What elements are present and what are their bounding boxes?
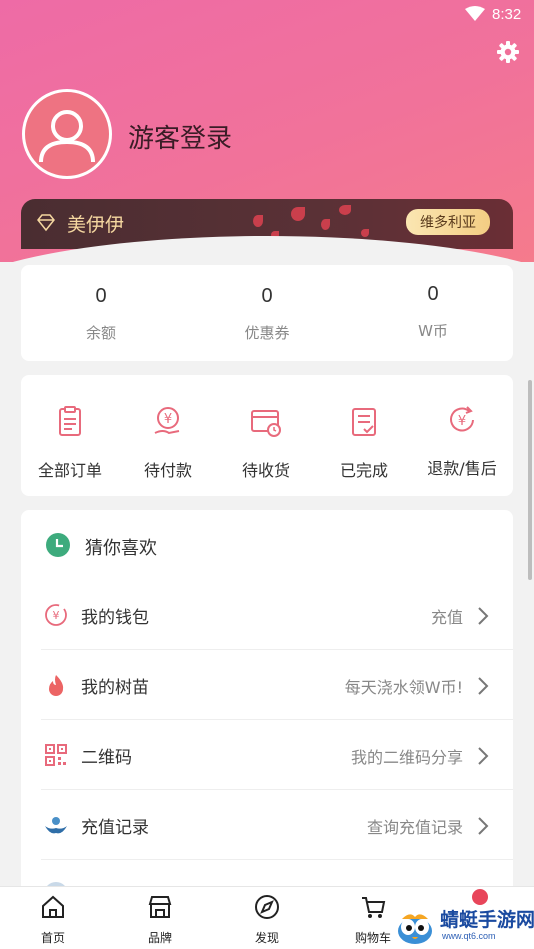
- menu-row-label: 二维码: [81, 748, 132, 768]
- petal-decoration: [291, 207, 305, 221]
- tab-label: 发现: [254, 931, 279, 945]
- qrcode-icon: [45, 744, 67, 766]
- watermark: 蜻蜓手游网 www.qt6.com: [392, 903, 534, 949]
- status-bar: 8:32: [0, 0, 534, 30]
- petal-decoration: [361, 229, 369, 237]
- profile-header: 8:32 游客登录 美伊伊 维多利亚: [0, 0, 534, 262]
- svg-text:¥: ¥: [164, 412, 172, 427]
- wifi-icon: [465, 6, 485, 21]
- watermark-text: 蜻蜓手游网: [440, 909, 534, 931]
- petal-decoration: [321, 219, 330, 230]
- menu-row-qrcode[interactable]: 二维码 我的二维码分享: [41, 720, 513, 790]
- chevron-right-icon: [478, 747, 489, 765]
- menu-card: 猜你喜欢 ¥ 我的钱包 充值 我的树苗 每天浇水领W币! 二维码 我的二维码分享…: [21, 510, 513, 910]
- tab-label: 首页: [40, 931, 65, 945]
- svg-text:¥: ¥: [458, 414, 466, 429]
- menu-row-wallet[interactable]: ¥ 我的钱包 充值: [41, 580, 513, 650]
- chevron-right-icon: [478, 677, 489, 695]
- recharge-record-icon: [45, 817, 67, 834]
- chevron-right-icon: [478, 607, 489, 625]
- tab-label: 品牌: [147, 931, 172, 945]
- recommend-heading-label: 猜你喜欢: [85, 538, 157, 559]
- stat-value: 0: [427, 283, 439, 305]
- compass-icon: [255, 895, 279, 919]
- clock-icon: [46, 533, 70, 557]
- stat-label: W币: [418, 322, 448, 340]
- order-list-icon: [59, 406, 81, 436]
- tab-brand[interactable]: 品牌: [125, 893, 195, 946]
- petal-decoration: [339, 205, 351, 215]
- flame-icon: [49, 675, 64, 696]
- menu-row-label: 充值记录: [81, 818, 149, 838]
- status-time: 8:32: [492, 6, 522, 23]
- orders-card: 全部订单 ¥ 待付款 待收货 已完成 ¥ 退款/售后: [21, 375, 513, 496]
- scrollbar[interactable]: [528, 380, 532, 580]
- dragonfly-logo-icon: [398, 914, 432, 944]
- vip-name: 美伊伊: [67, 214, 125, 236]
- order-label: 已完成: [339, 461, 388, 480]
- watermark-url: www.qt6.com: [442, 931, 496, 941]
- menu-row-label: 我的钱包: [81, 608, 149, 628]
- svg-text:¥: ¥: [53, 609, 60, 622]
- order-label: 待付款: [143, 461, 192, 480]
- stat-coupons[interactable]: 0 优惠券: [187, 285, 347, 343]
- home-icon: [42, 895, 64, 918]
- order-label: 待收货: [241, 461, 290, 480]
- menu-row-hint: 查询充值记录: [366, 818, 463, 837]
- gear-icon[interactable]: [496, 40, 520, 64]
- menu-row-hint: 我的二维码分享: [350, 748, 463, 767]
- stat-value: 0: [261, 285, 273, 307]
- order-done-button[interactable]: 已完成: [315, 405, 413, 481]
- order-unpaid-button[interactable]: ¥ 待付款: [119, 405, 217, 481]
- menu-row-hint: 每天浇水领W币!: [344, 678, 463, 697]
- order-label: 退款/售后: [427, 459, 497, 478]
- order-shipping-button[interactable]: 待收货: [217, 405, 315, 481]
- user-icon: [39, 110, 95, 163]
- order-refund-button[interactable]: ¥ 退款/售后: [413, 403, 511, 479]
- order-label: 全部订单: [37, 461, 102, 480]
- wallet-icon: ¥: [45, 604, 67, 626]
- petal-decoration: [253, 215, 263, 227]
- stat-label: 优惠券: [244, 324, 290, 342]
- menu-row-hint: 充值: [430, 608, 463, 627]
- stat-balance[interactable]: 0 余额: [21, 285, 181, 343]
- tab-home[interactable]: 首页: [18, 893, 88, 946]
- delivery-clock-icon: [251, 410, 281, 437]
- store-icon: [148, 896, 172, 918]
- menu-row-sapling[interactable]: 我的树苗 每天浇水领W币!: [41, 650, 513, 720]
- order-all-button[interactable]: 全部订单: [21, 405, 119, 481]
- stat-value: 0: [95, 285, 107, 307]
- cart-icon: [362, 897, 386, 918]
- stats-card: 0 余额 0 优惠券 0 W币: [21, 265, 513, 361]
- login-link[interactable]: 游客登录: [128, 118, 232, 155]
- menu-row-recharge-record[interactable]: 充值记录 查询充值记录: [41, 790, 513, 860]
- refund-icon: ¥: [450, 406, 474, 432]
- stat-label: 余额: [85, 324, 116, 342]
- stat-wcoins[interactable]: 0 W币: [353, 283, 513, 341]
- pay-hand-icon: ¥: [154, 407, 180, 435]
- avatar[interactable]: [22, 89, 112, 179]
- menu-row-label: 我的树苗: [81, 678, 149, 698]
- tab-discover[interactable]: 发现: [232, 893, 302, 946]
- chevron-right-icon: [478, 817, 489, 835]
- vip-level-badge: 维多利亚: [406, 209, 490, 235]
- completed-doc-icon: [352, 408, 376, 436]
- diamond-icon: [37, 214, 55, 232]
